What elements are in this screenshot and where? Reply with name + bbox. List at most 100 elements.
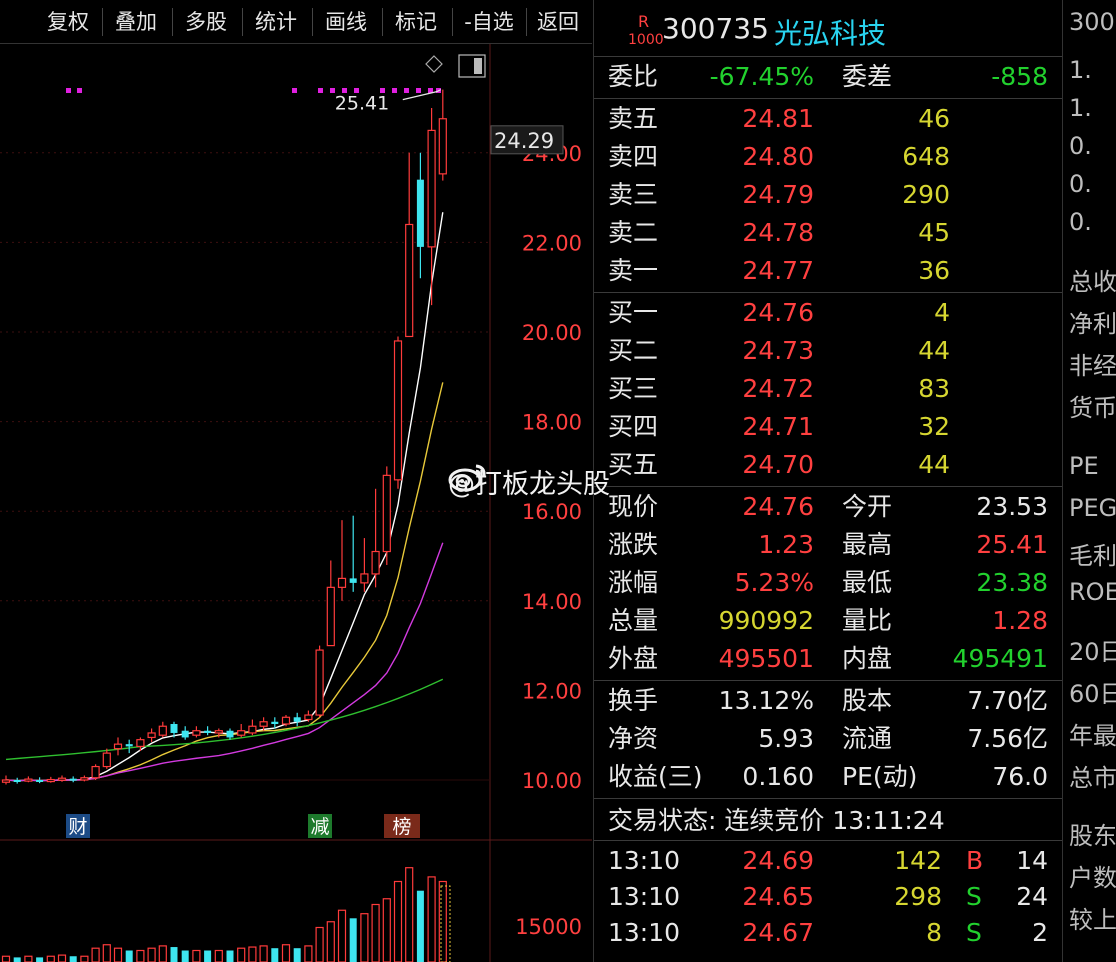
toolbar-button-overlay[interactable]: 叠加 — [104, 6, 168, 38]
candle-body-up — [147, 732, 156, 739]
tick-volume: 142 — [894, 846, 942, 875]
candle-body-down — [226, 730, 234, 738]
stat-value: 1.23 — [758, 530, 814, 559]
volume-bar-up — [326, 921, 335, 962]
tick-side: S — [966, 882, 982, 911]
toolbar-button-restore-rights[interactable]: 复权 — [36, 6, 100, 38]
volume-bar-up — [248, 946, 257, 962]
panel-toggle-fill — [474, 58, 482, 74]
tick-price: 24.67 — [742, 918, 814, 947]
weibi-label: 委比 — [608, 62, 659, 91]
volume-bar-up — [337, 909, 347, 962]
sell-level-volume: 46 — [918, 104, 950, 133]
stat-value: 5.23% — [734, 568, 814, 597]
volume-bar-up — [192, 949, 201, 962]
stat-label: 涨跌 — [608, 530, 659, 559]
stat-value: 1.28 — [992, 606, 1048, 635]
volume-bar-up — [91, 947, 100, 962]
candle-body-up — [136, 739, 145, 747]
stat-label: 最高 — [842, 530, 893, 559]
sell-level-row: 卖二 24.78 45 — [594, 214, 1062, 252]
volume-tick-label: 15000 — [515, 915, 582, 939]
volume-bar-down — [13, 957, 21, 962]
stat-row: 现价 24.76 今开 23.53 — [594, 488, 1062, 526]
candle-body-up — [326, 586, 335, 647]
f10-text: 总收 — [1069, 268, 1116, 296]
toolbar-button-statistics[interactable]: 统计 — [244, 6, 308, 38]
volume-bar-down — [416, 890, 424, 962]
candle-body-down — [293, 717, 301, 722]
sell-level-label: 卖四 — [608, 142, 659, 171]
f10-text: 总市 — [1069, 764, 1116, 792]
tick-row: 13:10 24.69 142 B 14 — [594, 842, 1062, 880]
signal-dot — [416, 88, 421, 93]
volume-bar-down — [271, 948, 279, 962]
toolbar-button-multi-stock[interactable]: 多股 — [174, 6, 238, 38]
volume-bar-up — [371, 903, 380, 962]
f10-text: 年最 — [1069, 722, 1116, 750]
volume-bar-up — [304, 945, 313, 962]
candle-body-down — [181, 730, 189, 738]
fundamental-label: PE(动) — [842, 762, 918, 791]
max-price-label: 25.41 — [335, 93, 389, 115]
price-tick-label: 12.00 — [522, 679, 582, 703]
price-tick-label: 20.00 — [522, 321, 582, 345]
toolbar-button-mark[interactable]: 标记 — [384, 6, 448, 38]
volume-bar-up — [427, 876, 436, 962]
price-axis: 24.0022.0020.0018.0016.0014.0012.0010.00… — [490, 125, 582, 939]
candle-body-down — [204, 730, 212, 733]
stat-row: 涨幅 5.23% 最低 23.38 — [594, 564, 1062, 602]
candle-body-up — [427, 129, 436, 248]
candle-body-up — [360, 573, 369, 584]
kline-chart[interactable]: 24.0022.0020.0018.0016.0014.0012.0010.00… — [0, 44, 592, 962]
candle-body-up — [113, 743, 123, 750]
candle-body-down — [36, 780, 44, 782]
fundamental-label: 净资 — [608, 724, 659, 753]
fundamental-row: 净资 5.93 流通 7.56亿 — [594, 720, 1062, 758]
divider — [594, 680, 1062, 681]
kline-chart-area[interactable]: 24.0022.0020.0018.0016.0014.0012.0010.00… — [0, 44, 592, 962]
tick-time: 13:10 — [608, 918, 681, 947]
candle-body-up — [46, 778, 55, 783]
sell-level-price: 24.81 — [742, 104, 814, 133]
f10-text: 0. — [1069, 132, 1092, 160]
toolbar-separator — [452, 8, 453, 36]
watermark: @打板龙头股 — [448, 462, 610, 501]
chart-annotations: 25.41 财 减 榜 — [66, 54, 486, 838]
divider — [594, 56, 1062, 57]
volume-bar-up — [136, 949, 145, 962]
toolbar-separator — [312, 8, 313, 36]
candle-body-down — [170, 724, 178, 733]
signal-dot — [77, 88, 82, 93]
candle-body-down — [125, 744, 133, 747]
stat-value: 23.38 — [976, 568, 1048, 597]
toolbar-separator — [382, 8, 383, 36]
toolbar-separator — [172, 8, 173, 36]
tick-count: 24 — [1016, 882, 1048, 911]
toolbar-button-back[interactable]: 返回 — [528, 6, 588, 38]
tick-time: 13:10 — [608, 846, 681, 875]
buy-level-label: 买五 — [608, 450, 659, 479]
volume-bar-up — [46, 955, 55, 962]
trading-status-text: 交易状态: 连续竞价 13:11:24 — [608, 806, 945, 835]
candle-body-up — [371, 550, 380, 575]
sell-level-price: 24.77 — [742, 256, 814, 285]
toolbar-button-draw-line[interactable]: 画线 — [314, 6, 378, 38]
toolbar-button-remove-watchlist[interactable]: -自选 — [454, 6, 524, 38]
divider — [594, 798, 1062, 799]
candle-body-up — [337, 577, 347, 588]
volume-bar-up — [405, 867, 414, 962]
f10-text: PEG — [1069, 494, 1116, 522]
price-tick-label: 18.00 — [522, 411, 582, 435]
candle-body-up — [393, 340, 403, 481]
candle-body-up — [315, 649, 324, 716]
candle-body-down — [416, 179, 424, 247]
fundamental-label: 流通 — [842, 724, 893, 753]
quote-panel: R 1000 300735 光弘科技 委比 -67.45% 委差 -858 卖五… — [593, 0, 1062, 962]
diamond-icon — [425, 55, 443, 73]
volume-bar-up — [315, 926, 324, 962]
volume-bar-up — [57, 954, 67, 962]
f10-text: 1. — [1069, 56, 1092, 84]
volume-bar-down — [170, 947, 178, 962]
candle-body-down — [271, 721, 279, 724]
